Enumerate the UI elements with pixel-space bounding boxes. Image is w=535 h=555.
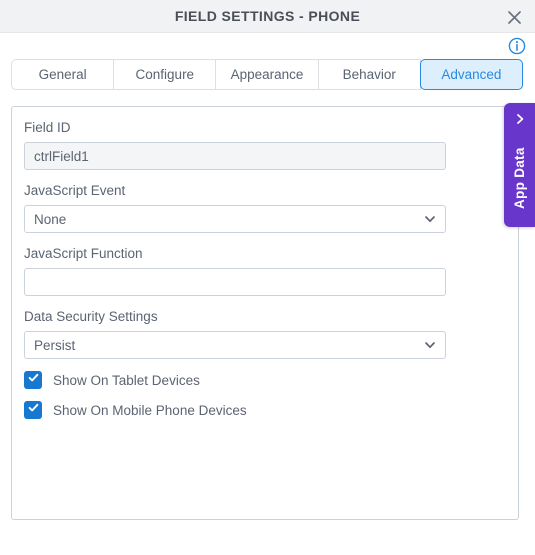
field-id-input[interactable]: ctrlField1 bbox=[24, 142, 446, 170]
javascript-function-label: JavaScript Function bbox=[24, 246, 143, 261]
tab-general-label: General bbox=[38, 67, 87, 82]
advanced-settings-panel: Field ID ctrlField1 JavaScript Event Non… bbox=[11, 106, 519, 520]
tab-behavior[interactable]: Behavior bbox=[318, 59, 421, 90]
chevron-down-icon bbox=[424, 339, 436, 351]
tab-appearance[interactable]: Appearance bbox=[216, 59, 319, 90]
show-on-mobile-phone-devices-checkbox[interactable] bbox=[24, 401, 42, 419]
chevron-left-icon bbox=[513, 112, 527, 126]
data-security-settings-select[interactable]: Persist bbox=[24, 331, 446, 359]
tab-appearance-label: Appearance bbox=[230, 67, 304, 82]
show-on-mobile-phone-devices-label: Show On Mobile Phone Devices bbox=[53, 402, 247, 418]
tab-advanced-label: Advanced bbox=[441, 67, 502, 82]
javascript-event-value: None bbox=[34, 211, 67, 227]
tab-advanced[interactable]: Advanced bbox=[419, 59, 524, 90]
tab-configure[interactable]: Configure bbox=[114, 59, 217, 90]
info-button[interactable] bbox=[508, 37, 526, 55]
show-on-tablet-devices-row[interactable]: Show On Tablet Devices bbox=[24, 371, 506, 389]
page-title: FIELD SETTINGS - PHONE bbox=[174, 8, 361, 24]
field-id-label: Field ID bbox=[24, 120, 71, 135]
data-security-settings-value: Persist bbox=[34, 337, 76, 353]
show-on-tablet-devices-label: Show On Tablet Devices bbox=[53, 372, 200, 388]
tab-configure-label: Configure bbox=[135, 67, 195, 82]
settings-tabs: General Configure Appearance Behavior Ad… bbox=[11, 59, 524, 90]
field-id-value: ctrlField1 bbox=[34, 148, 89, 164]
app-data-panel-toggle[interactable]: App Data bbox=[504, 103, 535, 227]
info-icon bbox=[508, 37, 526, 55]
check-icon bbox=[27, 401, 40, 419]
close-icon bbox=[507, 10, 521, 24]
close-button[interactable] bbox=[502, 5, 526, 29]
tab-general[interactable]: General bbox=[11, 59, 115, 90]
javascript-event-select[interactable]: None bbox=[24, 205, 446, 233]
chevron-down-icon bbox=[424, 213, 436, 225]
check-icon bbox=[27, 371, 40, 389]
show-on-mobile-phone-devices-row[interactable]: Show On Mobile Phone Devices bbox=[24, 401, 506, 419]
javascript-function-input[interactable] bbox=[24, 268, 446, 296]
show-on-tablet-devices-checkbox[interactable] bbox=[24, 371, 42, 389]
app-data-label: App Data bbox=[512, 147, 527, 210]
tab-behavior-label: Behavior bbox=[342, 67, 396, 82]
javascript-event-label: JavaScript Event bbox=[24, 183, 126, 198]
dialog-title-bar: FIELD SETTINGS - PHONE bbox=[0, 0, 535, 33]
data-security-settings-label: Data Security Settings bbox=[24, 309, 158, 324]
